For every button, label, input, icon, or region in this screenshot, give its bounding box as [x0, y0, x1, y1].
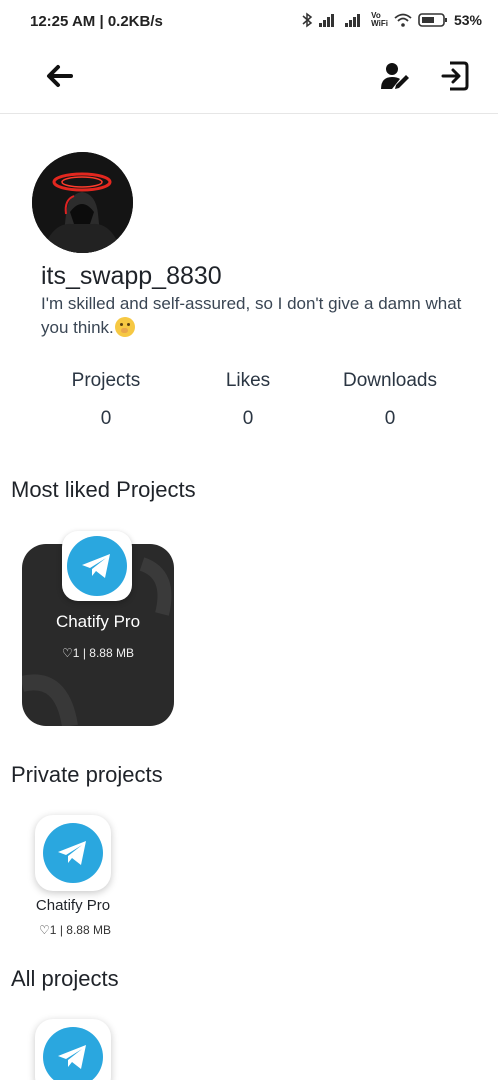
section-all-title: All projects — [11, 966, 119, 991]
edit-profile-button[interactable] — [374, 54, 418, 98]
battery-percent: 53% — [453, 12, 482, 28]
logout-button[interactable] — [433, 54, 477, 98]
telegram-icon — [43, 823, 103, 883]
logout-icon — [441, 61, 469, 91]
most-liked-project-icon[interactable] — [62, 531, 132, 601]
bluetooth-icon — [301, 12, 313, 28]
most-liked-project-meta: ♡1 | 8.88 MB — [62, 646, 134, 660]
telegram-icon — [43, 1027, 103, 1080]
stat-downloads: Downloads 0 — [330, 370, 450, 430]
all-project-icon[interactable] — [35, 1019, 111, 1080]
signal-icon — [345, 13, 365, 27]
stat-likes: Likes 0 — [208, 370, 288, 430]
private-project-icon[interactable] — [35, 815, 111, 891]
status-icons: Vo WiFi 53% — [301, 12, 482, 28]
section-private-title: Private projects — [11, 762, 163, 787]
edit-profile-icon — [381, 63, 409, 89]
app-bar — [0, 46, 498, 114]
status-time: 12:25 AM | 0.2KB/s — [30, 13, 163, 30]
back-arrow-icon — [47, 65, 73, 87]
stat-projects: Projects 0 — [56, 370, 156, 430]
bio: I'm skilled and self-assured, so I don't… — [41, 292, 471, 340]
username: its_swapp_8830 — [41, 262, 222, 290]
stat-likes-value: 0 — [242, 408, 254, 429]
stat-projects-value: 0 — [100, 408, 112, 429]
private-project-name[interactable]: Chatify Pro — [23, 897, 123, 914]
avatar — [32, 152, 133, 253]
stat-likes-label: Likes — [225, 370, 271, 391]
private-project-meta: ♡1 | 8.88 MB — [39, 923, 111, 937]
signal-icon — [319, 13, 339, 27]
section-most-liked-title: Most liked Projects — [11, 477, 196, 502]
shushing-face-emoji-icon — [114, 317, 135, 337]
most-liked-project-name: Chatify Pro — [55, 612, 141, 631]
wifi-icon — [394, 13, 412, 27]
stat-downloads-value: 0 — [384, 408, 396, 429]
bio-text: I'm skilled and self-assured, so I don't… — [41, 294, 462, 337]
stat-downloads-label: Downloads — [343, 370, 437, 391]
status-bar: 12:25 AM | 0.2KB/s Vo WiFi 53% — [0, 0, 498, 46]
stat-projects-label: Projects — [71, 370, 141, 391]
back-button[interactable] — [38, 54, 82, 98]
battery-icon — [418, 13, 448, 27]
telegram-icon — [67, 536, 127, 596]
vowifi-icon: Vo WiFi — [371, 11, 388, 28]
